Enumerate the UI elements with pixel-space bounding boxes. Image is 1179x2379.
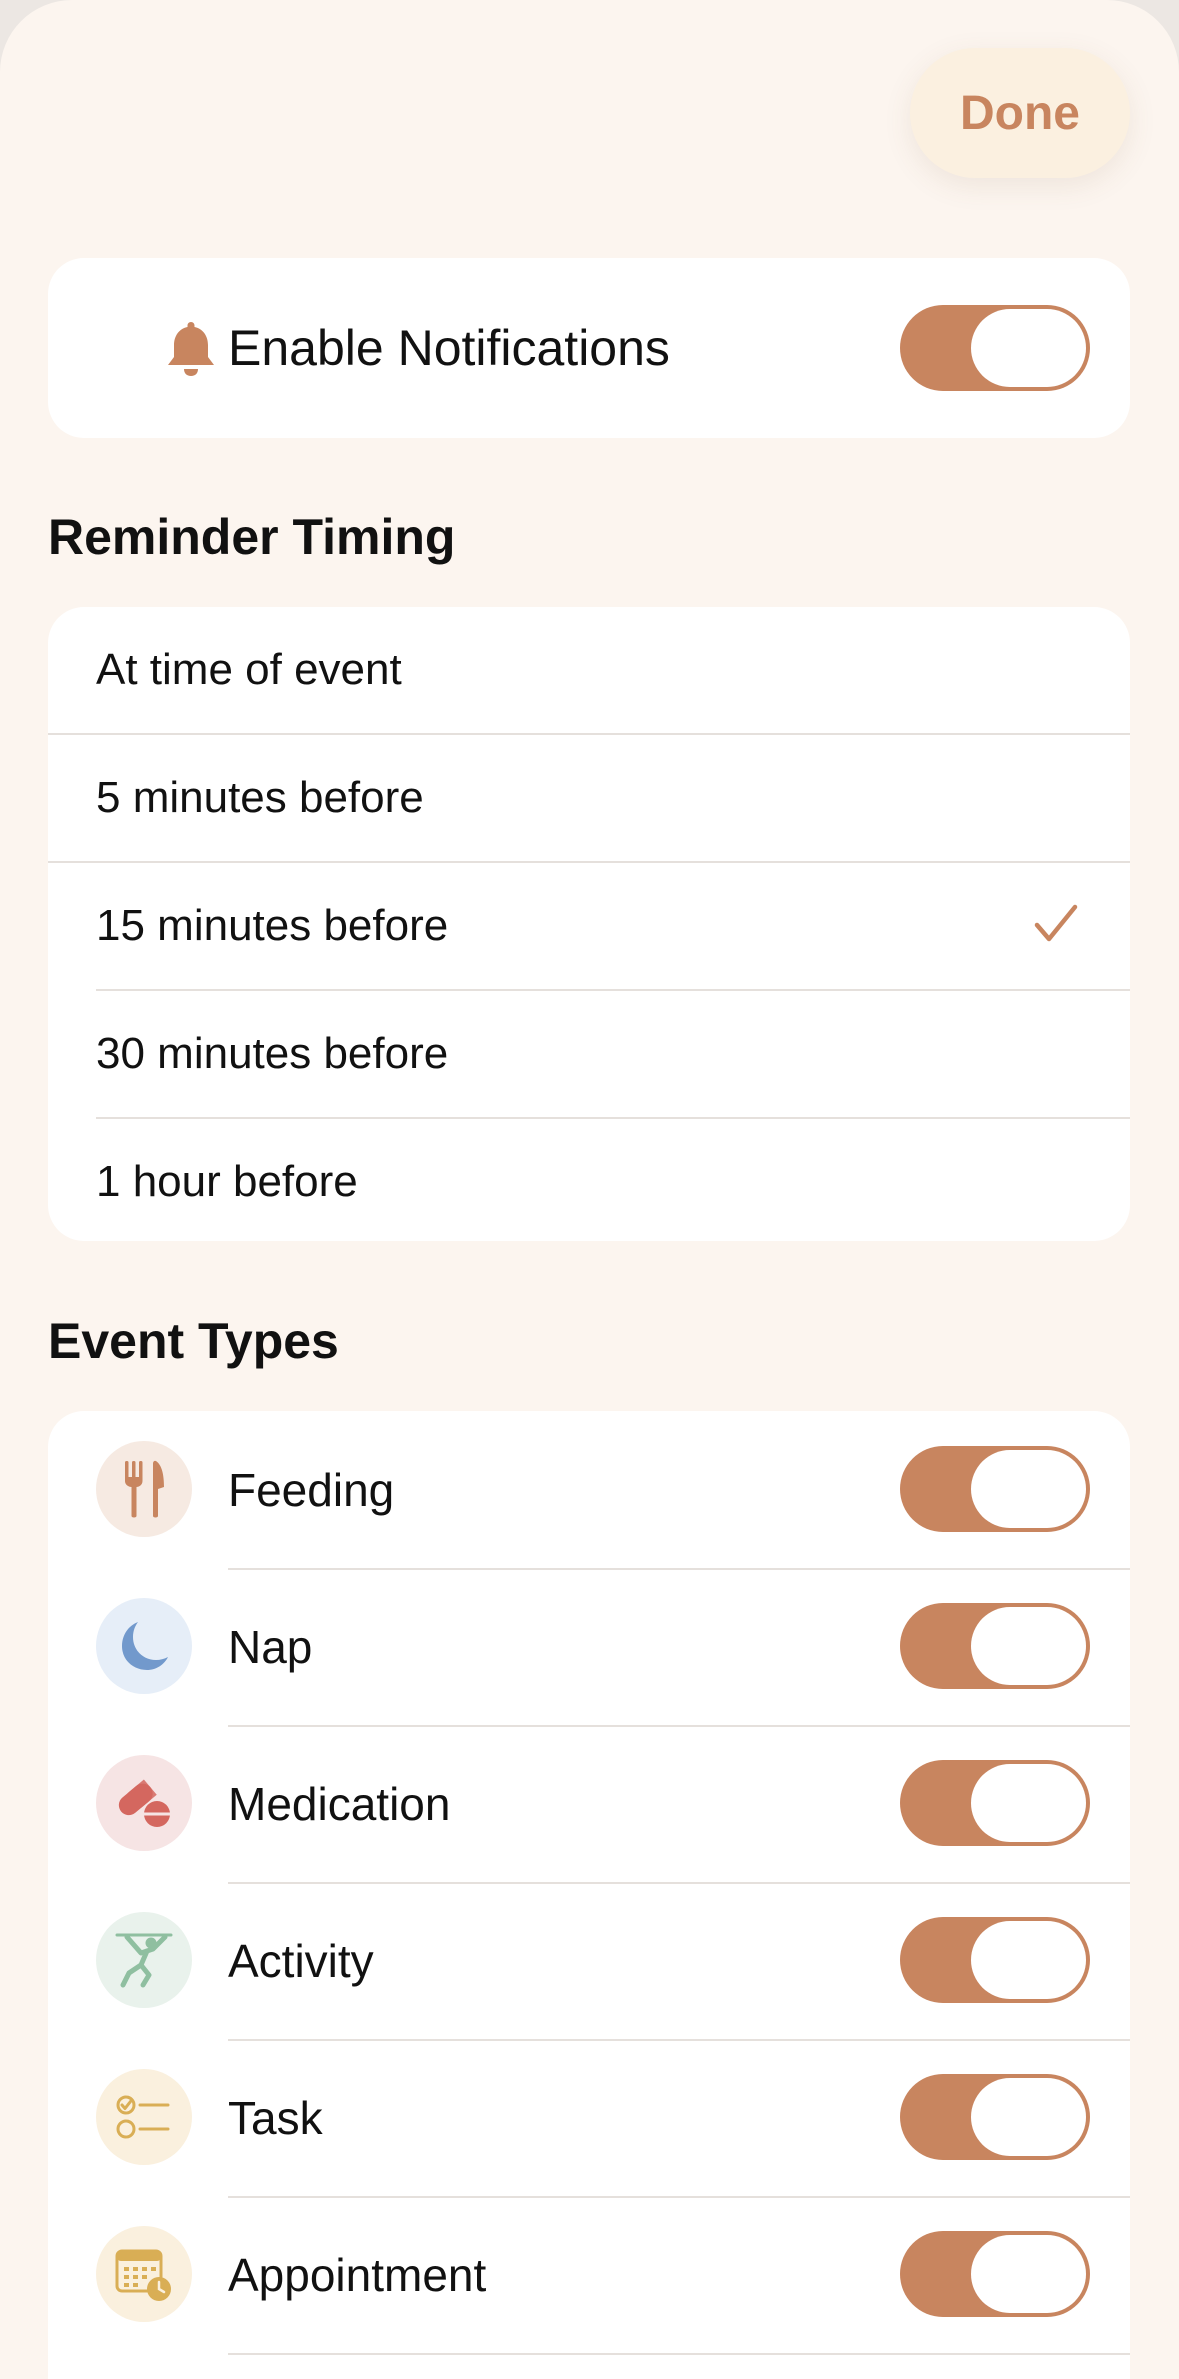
- toggle-knob: [971, 1450, 1086, 1528]
- event-type-label: Nap: [228, 1620, 313, 1673]
- timing-option-label: 15 minutes before: [96, 901, 449, 950]
- timing-option-label: 5 minutes before: [96, 773, 424, 822]
- timing-option[interactable]: 5 minutes before: [48, 735, 1130, 861]
- event-type-row-nap: Nap: [48, 1568, 1130, 1725]
- task-toggle[interactable]: [900, 2074, 1090, 2160]
- timing-option[interactable]: At time of event: [48, 607, 1130, 733]
- event-type-row-medication: Medication: [48, 1725, 1130, 1882]
- event-type-row-activity: Activity: [48, 1882, 1130, 2039]
- activity-figure-icon: [96, 1912, 192, 2008]
- timing-option-label: 30 minutes before: [96, 1029, 449, 1078]
- event-type-row-feeding: Feeding: [48, 1411, 1130, 1568]
- event-type-label: Activity: [228, 1934, 374, 1987]
- enable-notifications-card: Enable Notifications: [48, 258, 1130, 438]
- enable-notifications-toggle[interactable]: [900, 305, 1090, 391]
- timing-option-label: 1 hour before: [96, 1157, 358, 1206]
- activity-toggle[interactable]: [900, 1917, 1090, 2003]
- toggle-knob: [971, 1764, 1086, 1842]
- event-type-label: Task: [228, 2091, 323, 2144]
- event-type-label: Medication: [228, 1777, 451, 1830]
- event-type-row-task: Task: [48, 2039, 1130, 2196]
- nap-toggle[interactable]: [900, 1603, 1090, 1689]
- toggle-knob: [971, 1921, 1086, 1999]
- timing-option[interactable]: 1 hour before: [48, 1119, 1130, 1241]
- pills-icon: [96, 1755, 192, 1851]
- toggle-knob: [971, 309, 1086, 387]
- timing-option[interactable]: 30 minutes before: [48, 991, 1130, 1117]
- timing-option-selected[interactable]: 15 minutes before: [48, 863, 1130, 989]
- medication-toggle[interactable]: [900, 1760, 1090, 1846]
- event-types-heading: Event Types: [48, 1313, 339, 1369]
- done-button[interactable]: Done: [910, 48, 1130, 178]
- moon-icon: [96, 1598, 192, 1694]
- reminder-timing-heading: Reminder Timing: [48, 509, 456, 565]
- event-type-row-appointment: Appointment: [48, 2196, 1130, 2353]
- divider: [228, 2353, 1130, 2355]
- event-type-label: Appointment: [228, 2248, 487, 2301]
- enable-notifications-label: Enable Notifications: [228, 320, 670, 376]
- reminder-timing-list: At time of event 5 minutes before 15 min…: [48, 607, 1130, 1241]
- event-type-label: Feeding: [228, 1463, 395, 1516]
- toggle-knob: [971, 1607, 1086, 1685]
- checklist-icon: [96, 2069, 192, 2165]
- fork-knife-icon: [96, 1441, 192, 1537]
- timing-option-label: At time of event: [96, 645, 402, 694]
- feeding-toggle[interactable]: [900, 1446, 1090, 1532]
- toggle-knob: [971, 2235, 1086, 2313]
- toggle-knob: [971, 2078, 1086, 2156]
- calendar-clock-icon: [96, 2226, 192, 2322]
- bell-icon: [168, 322, 214, 376]
- event-types-list: Feeding Nap Medication Activity Task App…: [48, 1411, 1130, 2379]
- checkmark-icon: [1034, 904, 1078, 942]
- notification-settings-sheet: Done Enable Notifications Reminder Timin…: [0, 0, 1179, 2379]
- appointment-toggle[interactable]: [900, 2231, 1090, 2317]
